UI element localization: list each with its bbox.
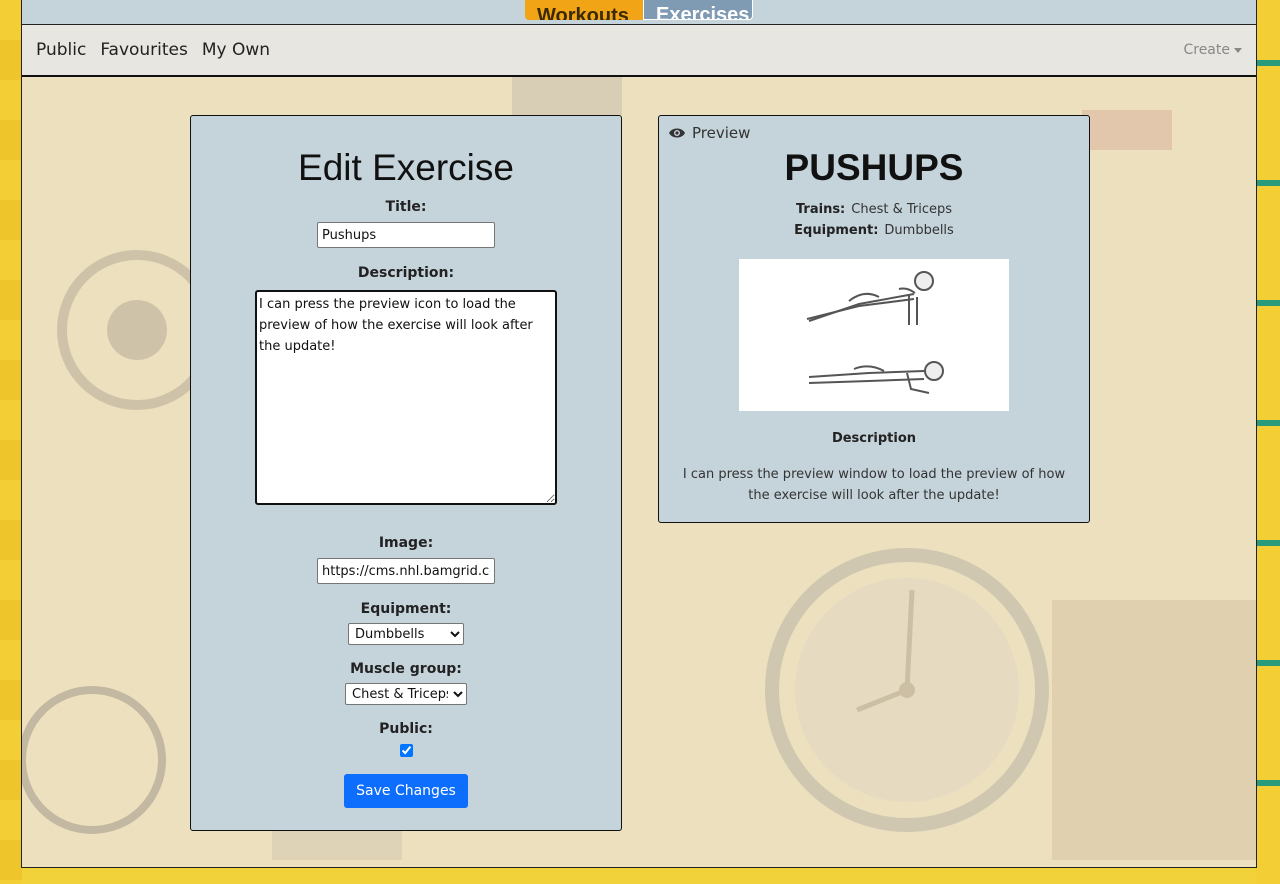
caret-down-icon [1234, 47, 1242, 53]
equipment-label: Equipment: [360, 601, 452, 617]
edit-exercise-panel: Edit Exercise Title: Description: I can … [190, 115, 622, 831]
preview-equipment-value: Dumbbells [884, 223, 954, 238]
trains-label: Trains: [795, 202, 846, 217]
image-url-input[interactable] [317, 558, 495, 584]
tab-workouts-label: Workouts [537, 5, 629, 20]
preview-panel: Preview PUSHUPS Trains: Chest & Triceps E… [658, 115, 1090, 523]
edit-heading: Edit Exercise [298, 147, 514, 188]
equipment-select[interactable]: Dumbbells [348, 623, 464, 645]
tab-exercises[interactable]: Exercises [643, 0, 753, 20]
preview-description-label: Description [831, 431, 917, 446]
sub-navigation: Public Favourites My Own Create [22, 25, 1256, 77]
image-label: Image: [378, 535, 434, 551]
description-textarea[interactable]: I can press the preview icon to load the… [255, 290, 557, 505]
preview-toggle[interactable]: Preview [668, 124, 750, 142]
background-edge-right [1256, 0, 1280, 884]
eye-icon [669, 128, 685, 138]
pushup-illustration [739, 259, 1009, 411]
app-frame: Workouts Exercises Public Favourites My … [21, 0, 1257, 868]
description-label: Description: [357, 265, 455, 281]
title-input[interactable] [317, 222, 495, 248]
public-label: Public: [379, 721, 433, 737]
background-edge-left [0, 0, 22, 884]
public-checkbox[interactable] [399, 744, 413, 757]
title-label: Title: [385, 199, 427, 215]
nav-favourites[interactable]: Favourites [100, 40, 188, 60]
trains-value: Chest & Triceps [851, 202, 953, 217]
muscle-group-label: Muscle group: [350, 661, 462, 677]
preview-title: PUSHUPS [784, 147, 964, 188]
muscle-group-select[interactable]: Chest & Triceps [345, 683, 467, 705]
tab-workouts[interactable]: Workouts [525, 0, 643, 20]
create-dropdown[interactable]: Create [1183, 42, 1242, 58]
preview-equipment-label: Equipment: [794, 223, 879, 238]
preview-description-text: I can press the preview window to load t… [682, 467, 1066, 503]
nav-my-own[interactable]: My Own [202, 40, 270, 60]
create-label: Create [1183, 42, 1230, 58]
preview-trains-row: Trains: Chest & Triceps [659, 199, 1089, 220]
preview-label: Preview [692, 124, 751, 142]
tab-exercises-label: Exercises [656, 4, 750, 20]
nav-public[interactable]: Public [36, 40, 86, 60]
save-changes-button[interactable]: Save Changes [344, 774, 468, 808]
main-tabs: Workouts Exercises [525, 0, 753, 20]
preview-equipment-row: Equipment: Dumbbells [659, 220, 1089, 241]
